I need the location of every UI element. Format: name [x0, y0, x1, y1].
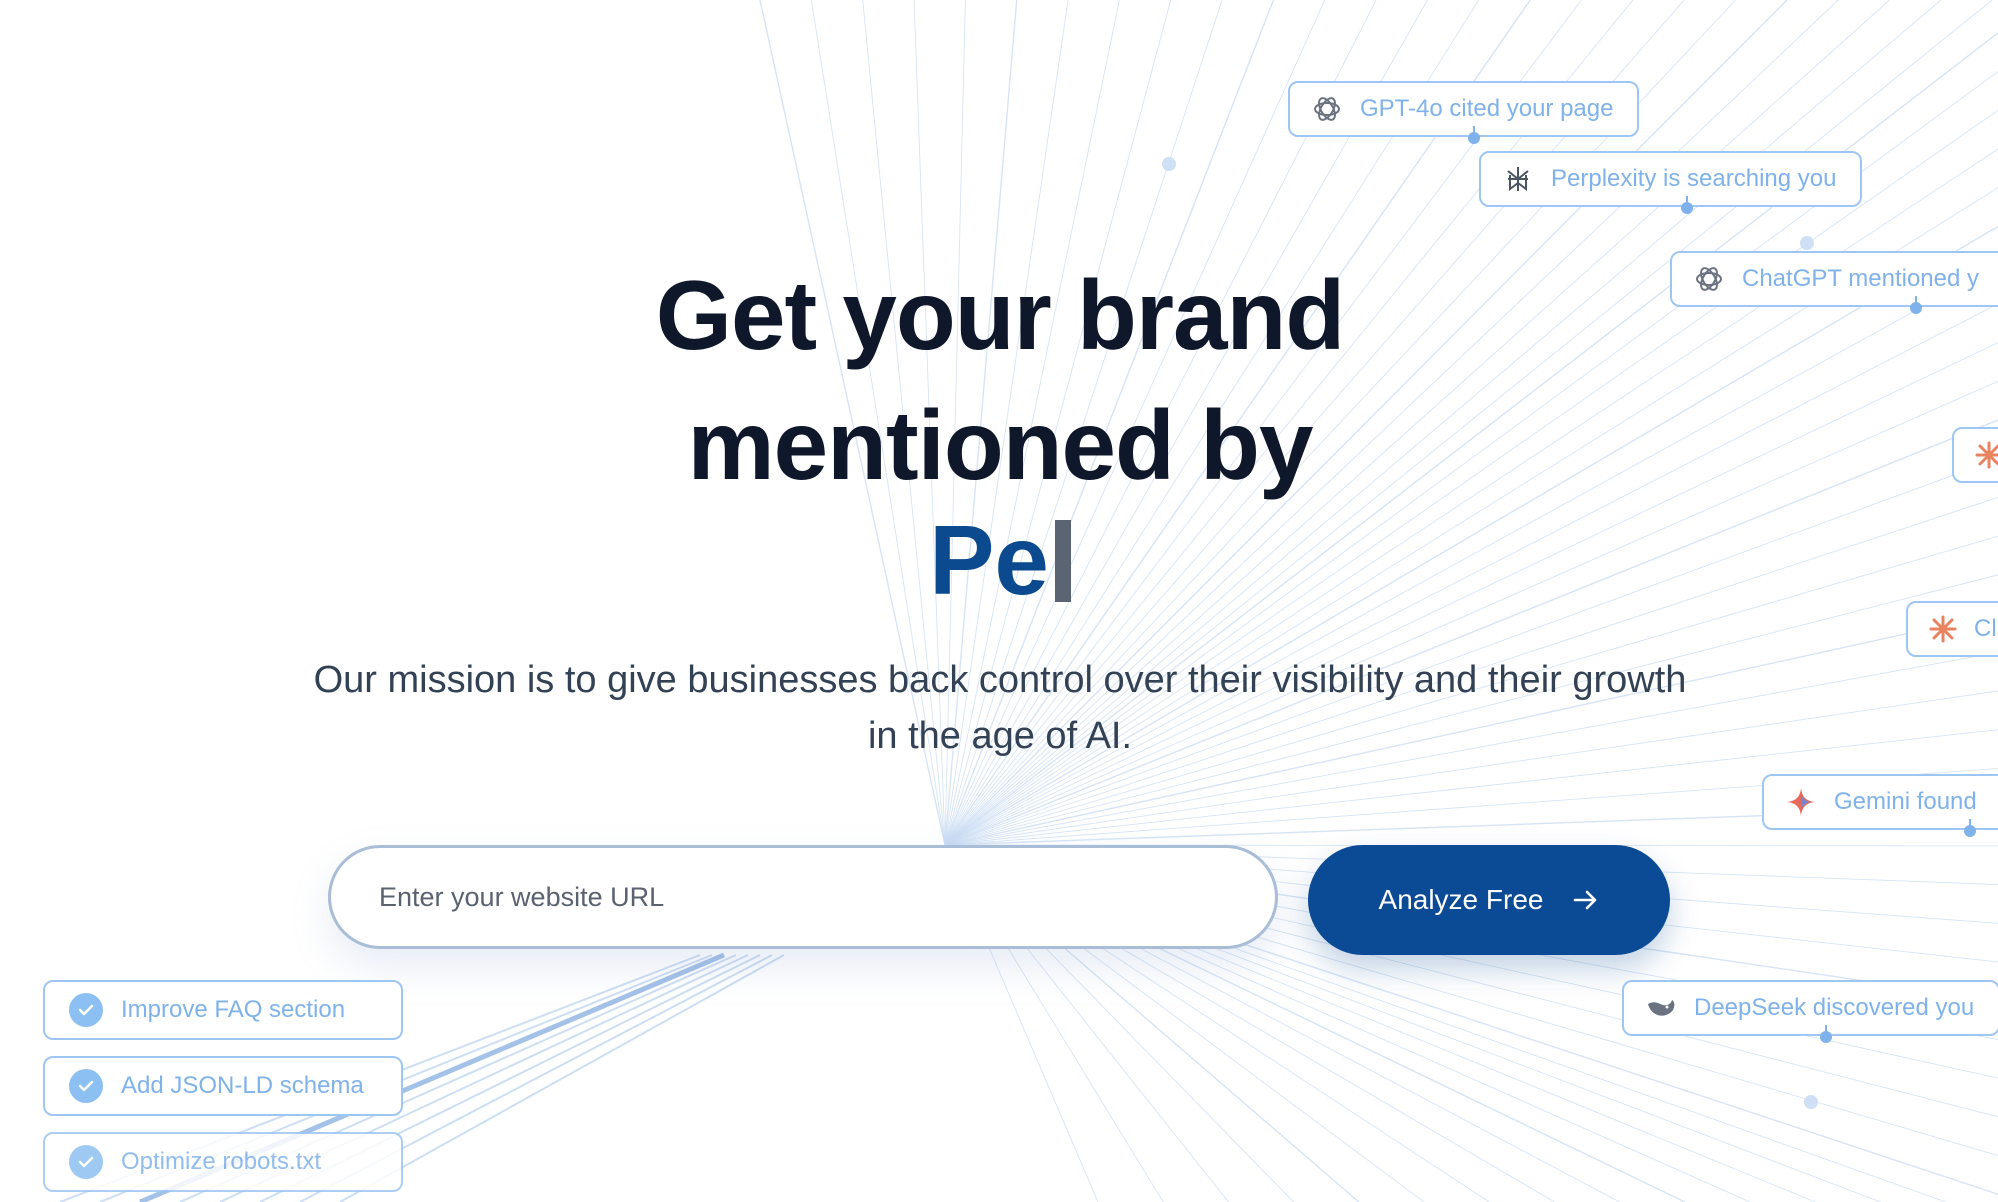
notification-gemini: Gemini found: [1762, 774, 1998, 837]
arrow-right-icon: [1573, 889, 1599, 911]
notification-text: DeepSeek discovered you: [1694, 994, 1975, 1021]
notification-claude-2: Cl: [1906, 601, 1998, 657]
analyze-button-label: Analyze Free: [1378, 884, 1544, 915]
check-icon: [69, 1145, 103, 1179]
notification-text: GPT-4o cited your page: [1360, 95, 1614, 122]
hero-headline: Get your brand mentioned by: [500, 250, 1500, 510]
notification-chatgpt: ChatGPT mentioned y: [1670, 251, 1998, 314]
task-text: Improve FAQ section: [121, 996, 346, 1023]
task-text: Optimize robots.txt: [121, 1148, 322, 1175]
notification-perplexity: Perplexity is searching you: [1479, 151, 1863, 214]
text-caret: [1054, 520, 1071, 602]
typed-brand-text: Pe: [929, 505, 1049, 615]
check-icon: [69, 993, 103, 1027]
check-icon: [69, 1069, 103, 1103]
notification-text: ChatGPT mentioned y: [1742, 265, 1980, 292]
deepseek-icon: [1644, 991, 1678, 1025]
notification-claude-1: [1952, 427, 1998, 483]
headline-line-2: mentioned by: [687, 390, 1313, 500]
headline-line-1: Get your brand: [655, 260, 1345, 370]
claude-icon: [1928, 612, 1958, 646]
openai-icon: [1310, 92, 1344, 126]
notification-text: Perplexity is searching you: [1551, 165, 1837, 192]
notification-gpt4o: GPT-4o cited your page: [1288, 81, 1640, 144]
perplexity-icon: [1501, 162, 1535, 196]
openai-icon: [1692, 262, 1726, 296]
analyze-free-button[interactable]: Analyze Free: [1308, 845, 1670, 955]
task-optimize-robots: Optimize robots.txt: [43, 1132, 403, 1192]
typed-brand-line: Pe: [500, 510, 1500, 610]
mission-statement: Our mission is to give businesses back c…: [313, 659, 1687, 757]
claude-icon: [1974, 438, 1998, 472]
gemini-icon: [1784, 785, 1818, 819]
website-url-input[interactable]: [328, 845, 1278, 949]
task-add-jsonld: Add JSON-LD schema: [43, 1056, 403, 1116]
notification-text: Gemini found: [1834, 788, 1977, 815]
notification-deepseek: DeepSeek discovered you: [1622, 980, 1998, 1043]
notification-text: Cl: [1974, 615, 1997, 642]
task-text: Add JSON-LD schema: [121, 1072, 364, 1099]
task-improve-faq: Improve FAQ section: [43, 980, 403, 1040]
